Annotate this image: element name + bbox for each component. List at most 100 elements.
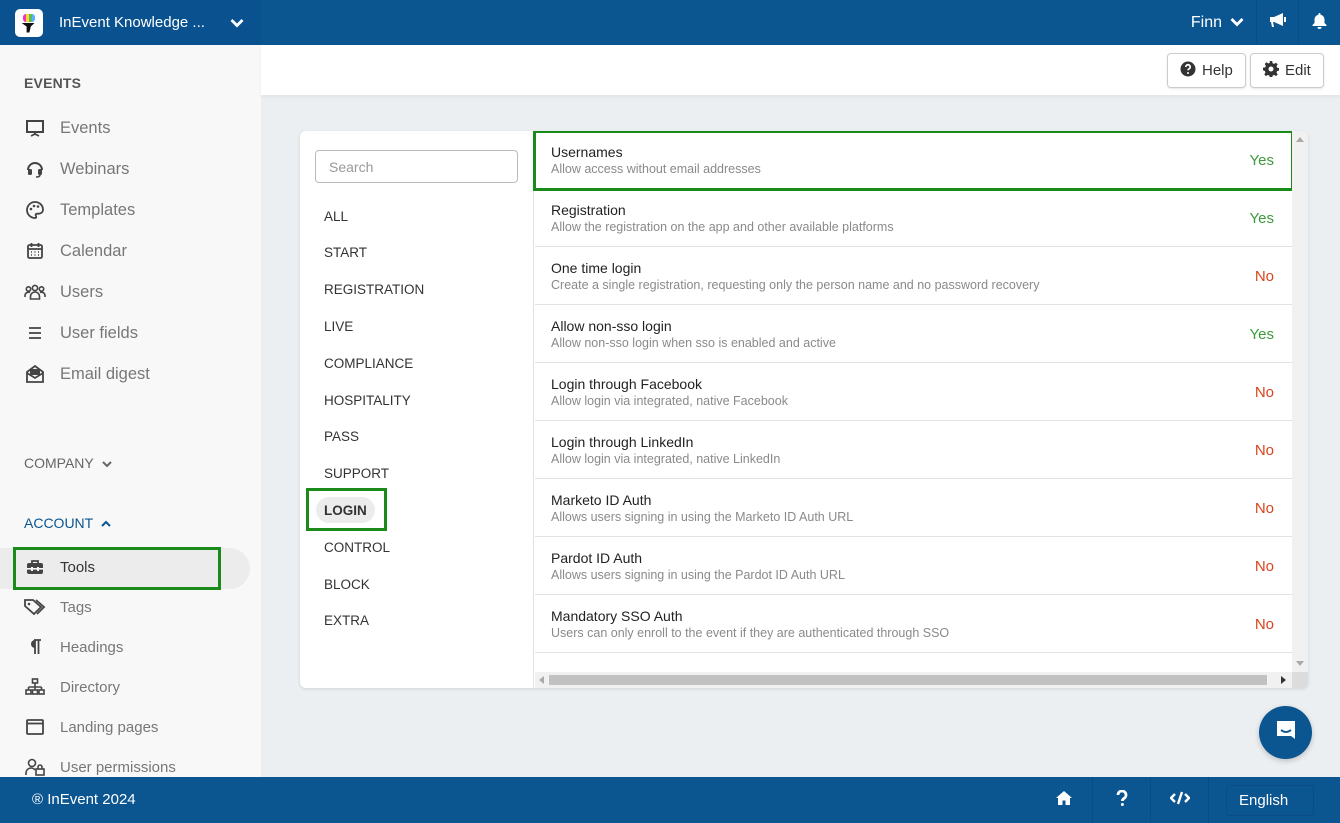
scroll-left-arrow-icon[interactable] — [539, 676, 544, 684]
workspace-title: InEvent Knowledge ... — [59, 14, 205, 31]
edit-label: Edit — [1285, 62, 1311, 79]
setting-row[interactable]: Login through Facebook Allow login via in… — [535, 363, 1292, 421]
workspace-switcher[interactable]: InEvent Knowledge ... — [0, 0, 261, 45]
user-lock-icon — [24, 756, 46, 777]
setting-value-toggle[interactable]: No — [1255, 442, 1274, 459]
setting-description: Allow non-sso login when sso is enabled … — [551, 336, 836, 350]
category-control[interactable]: CONTROL — [316, 534, 398, 560]
setting-row[interactable]: Allow non-sso login Allow non-sso login w… — [535, 305, 1292, 363]
setting-value-toggle[interactable]: No — [1255, 558, 1274, 575]
users-icon — [24, 281, 46, 303]
question-icon — [1116, 789, 1128, 811]
calendar-icon — [24, 240, 46, 262]
setting-name: One time login — [551, 260, 642, 276]
vertical-scrollbar[interactable] — [1292, 131, 1308, 672]
setting-value-toggle[interactable]: No — [1255, 384, 1274, 401]
sidebar-item-headings[interactable]: Headings — [24, 633, 123, 661]
setting-value-toggle[interactable]: No — [1255, 500, 1274, 517]
setting-description: Allow the registration on the app and ot… — [551, 220, 894, 234]
presentation-board-icon — [24, 117, 46, 139]
sidebar-item-directory[interactable]: Directory — [24, 673, 120, 701]
top-bar: InEvent Knowledge ... Finn — [0, 0, 1340, 45]
setting-name: Registration — [551, 202, 626, 218]
setting-value-toggle[interactable]: Yes — [1250, 326, 1274, 343]
company-section-toggle[interactable]: COMPANY — [24, 455, 112, 471]
scroll-right-arrow-icon[interactable] — [1281, 676, 1286, 684]
sidebar-item-user-permissions[interactable]: User permissions — [24, 753, 176, 777]
help-label: Help — [1202, 62, 1233, 79]
chat-launcher-button[interactable] — [1259, 706, 1312, 759]
user-menu[interactable]: Finn — [1177, 0, 1256, 45]
sidebar-item-tools[interactable]: Tools — [24, 553, 95, 581]
category-login[interactable]: LOGIN — [316, 497, 375, 524]
setting-description: Allow login via integrated, native Faceb… — [551, 394, 788, 408]
help-button[interactable]: Help — [1167, 53, 1246, 88]
setting-value-toggle[interactable]: No — [1255, 268, 1274, 285]
sidebar-item-events[interactable]: Events — [24, 114, 110, 142]
setting-row[interactable]: Registration Allow the registration on th… — [535, 189, 1292, 247]
bell-icon — [1312, 12, 1327, 34]
language-select[interactable]: English — [1226, 785, 1314, 816]
setting-row[interactable]: One time login Create a single registrati… — [535, 247, 1292, 305]
setting-value-toggle[interactable]: Yes — [1250, 152, 1274, 169]
edit-button[interactable]: Edit — [1250, 53, 1324, 88]
search-input[interactable] — [315, 150, 518, 183]
account-section-toggle[interactable]: ACCOUNT — [24, 515, 111, 531]
sidebar-item-tags[interactable]: Tags — [24, 593, 92, 621]
category-hospitality[interactable]: HOSPITALITY — [316, 387, 419, 413]
palette-icon — [24, 199, 46, 221]
tools-card: ALL START REGISTRATION LIVE COMPLIANCE HOSPIT… — [300, 131, 1308, 688]
category-registration[interactable]: REGISTRATION — [316, 277, 432, 303]
scrollbar-corner — [1292, 672, 1308, 688]
company-logo — [15, 8, 43, 37]
setting-row[interactable]: Mandatory SSO Auth Users can only enroll … — [535, 595, 1292, 653]
setting-name: Mandatory SSO Auth — [551, 608, 683, 624]
help-center-button[interactable] — [1093, 777, 1151, 823]
sidebar-item-email-digest[interactable]: Email digest — [24, 360, 150, 388]
setting-name: Pardot ID Auth — [551, 550, 643, 566]
page-header: Help Edit — [261, 45, 1340, 95]
notifications-button[interactable] — [1298, 0, 1340, 45]
sidebar-item-webinars[interactable]: Webinars — [24, 155, 129, 183]
category-block[interactable]: BLOCK — [316, 571, 378, 597]
scroll-up-arrow-icon[interactable] — [1296, 137, 1304, 142]
sidebar-item-users[interactable]: Users — [24, 278, 103, 306]
setting-row[interactable]: Usernames Allow access without email addr… — [535, 131, 1292, 189]
sidebar-item-calendar[interactable]: Calendar — [24, 237, 127, 265]
sidebar-item-label: User fields — [60, 323, 138, 342]
home-icon — [1055, 790, 1072, 810]
setting-name: Marketo ID Auth — [551, 492, 652, 508]
sidebar-item-templates[interactable]: Templates — [24, 196, 135, 224]
setting-value-toggle[interactable]: Yes — [1250, 210, 1274, 227]
home-button[interactable] — [1035, 777, 1093, 823]
setting-description: Users can only enroll to the event if th… — [551, 626, 950, 640]
developer-button[interactable] — [1151, 777, 1209, 823]
sidebar-item-user-fields[interactable]: User fields — [24, 319, 138, 347]
category-panel: ALL START REGISTRATION LIVE COMPLIANCE HOSPIT… — [300, 131, 534, 688]
tags-icon — [24, 596, 46, 618]
sidebar-item-label: Directory — [60, 678, 121, 696]
setting-row[interactable]: Pardot ID Auth Allows users signing in us… — [535, 537, 1292, 595]
category-all[interactable]: ALL — [316, 203, 356, 229]
category-pass[interactable]: PASS — [316, 424, 367, 450]
sidebar-item-landing-pages[interactable]: Landing pages — [24, 713, 158, 741]
chat-bubble-icon — [1274, 718, 1298, 747]
setting-name: Login through LinkedIn — [551, 434, 694, 450]
setting-description: Create a single registration, requesting… — [551, 278, 1040, 292]
category-extra[interactable]: EXTRA — [316, 608, 377, 634]
setting-row[interactable]: Marketo ID Auth Allows users signing in u… — [535, 479, 1292, 537]
company-section-title: COMPANY — [24, 455, 94, 471]
setting-description: Allows users signing in using the Market… — [551, 510, 854, 524]
setting-row[interactable]: Login through LinkedIn Allow login via in… — [535, 421, 1292, 479]
chevron-down-icon — [1230, 14, 1244, 32]
horizontal-scroll-thumb[interactable] — [549, 675, 1267, 685]
scroll-down-arrow-icon[interactable] — [1296, 661, 1304, 666]
category-compliance[interactable]: COMPLIANCE — [316, 350, 421, 376]
category-start[interactable]: START — [316, 240, 375, 266]
category-live[interactable]: LIVE — [316, 313, 361, 339]
announcements-button[interactable] — [1256, 0, 1298, 45]
setting-description: Allows users signing in using the Pardot… — [551, 568, 845, 582]
setting-value-toggle[interactable]: No — [1255, 616, 1274, 633]
horizontal-scrollbar[interactable] — [535, 672, 1292, 688]
category-support[interactable]: SUPPORT — [316, 461, 397, 487]
